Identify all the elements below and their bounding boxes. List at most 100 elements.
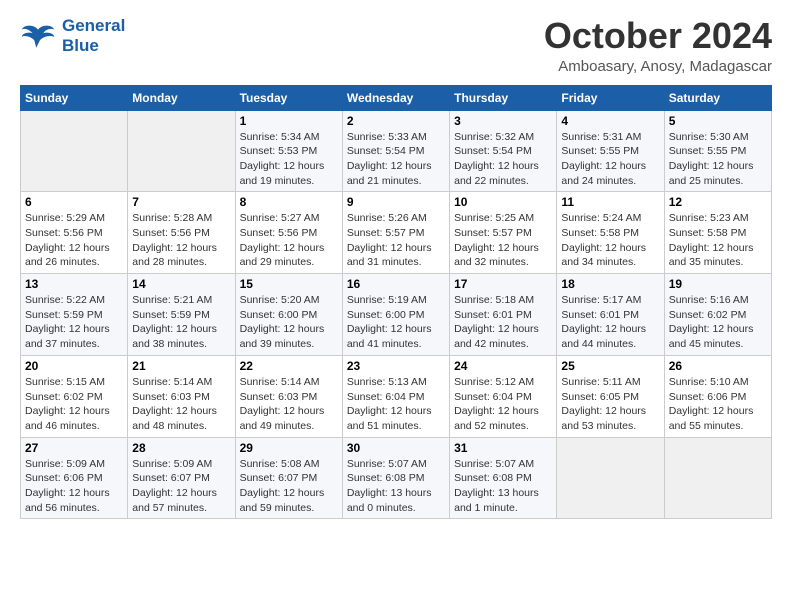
calendar-day-cell: 13 Sunrise: 5:22 AM Sunset: 5:59 PM Dayli…: [21, 274, 128, 356]
day-number: 20: [25, 359, 123, 373]
calendar-day-cell: 14 Sunrise: 5:21 AM Sunset: 5:59 PM Dayli…: [128, 274, 235, 356]
calendar-day-cell: 6 Sunrise: 5:29 AM Sunset: 5:56 PM Daylig…: [21, 192, 128, 274]
day-number: 24: [454, 359, 552, 373]
day-detail: Sunrise: 5:17 AM Sunset: 6:01 PM Dayligh…: [561, 293, 659, 352]
calendar-day-cell: 23Sunrise: 5:13 AM Sunset: 6:04 PM Dayli…: [342, 355, 449, 437]
calendar-week-row: 1Sunrise: 5:34 AM Sunset: 5:53 PM Daylig…: [21, 110, 772, 192]
day-number: 10: [454, 195, 552, 209]
day-detail: Sunrise: 5:13 AM Sunset: 6:04 PM Dayligh…: [347, 375, 445, 434]
day-number: 1: [240, 114, 338, 128]
calendar-day-cell: [21, 110, 128, 192]
calendar-day-cell: 27 Sunrise: 5:09 AM Sunset: 6:06 PM Dayli…: [21, 437, 128, 519]
calendar-day-cell: 30 Sunrise: 5:07 AM Sunset: 6:08 PM Dayli…: [342, 437, 449, 519]
day-detail: Sunrise: 5:20 AM Sunset: 6:00 PM Dayligh…: [240, 293, 338, 352]
day-number: 22: [240, 359, 338, 373]
logo-text: General Blue: [62, 16, 125, 55]
day-number: 14: [132, 277, 230, 291]
day-number: 21: [132, 359, 230, 373]
day-detail: Sunrise: 5:09 AM Sunset: 6:06 PM Dayligh…: [25, 457, 123, 516]
day-detail: Sunrise: 5:24 AM Sunset: 5:58 PM Dayligh…: [561, 211, 659, 270]
calendar-week-row: 20 Sunrise: 5:15 AM Sunset: 6:02 PM Dayli…: [21, 355, 772, 437]
calendar-week-row: 13 Sunrise: 5:22 AM Sunset: 5:59 PM Dayli…: [21, 274, 772, 356]
calendar-day-cell: 2 Sunrise: 5:33 AM Sunset: 5:54 PM Daylig…: [342, 110, 449, 192]
calendar-day-cell: 8 Sunrise: 5:27 AM Sunset: 5:56 PM Daylig…: [235, 192, 342, 274]
day-detail: Sunrise: 5:10 AM Sunset: 6:06 PM Dayligh…: [669, 375, 767, 434]
day-number: 28: [132, 441, 230, 455]
day-number: 29: [240, 441, 338, 455]
calendar-day-cell: 31 Sunrise: 5:07 AM Sunset: 6:08 PM Dayli…: [450, 437, 557, 519]
day-detail: Sunrise: 5:15 AM Sunset: 6:02 PM Dayligh…: [25, 375, 123, 434]
day-number: 31: [454, 441, 552, 455]
location: Amboasary, Anosy, Madagascar: [544, 58, 772, 75]
day-number: 3: [454, 114, 552, 128]
day-number: 13: [25, 277, 123, 291]
day-number: 5: [669, 114, 767, 128]
calendar-day-cell: 5Sunrise: 5:30 AM Sunset: 5:55 PM Daylig…: [664, 110, 771, 192]
day-detail: Sunrise: 5:14 AM Sunset: 6:03 PM Dayligh…: [132, 375, 230, 434]
calendar-day-cell: [557, 437, 664, 519]
calendar-day-cell: 4 Sunrise: 5:31 AM Sunset: 5:55 PM Daylig…: [557, 110, 664, 192]
calendar-week-row: 27 Sunrise: 5:09 AM Sunset: 6:06 PM Dayli…: [21, 437, 772, 519]
day-detail: Sunrise: 5:14 AM Sunset: 6:03 PM Dayligh…: [240, 375, 338, 434]
calendar-day-cell: 21 Sunrise: 5:14 AM Sunset: 6:03 PM Dayli…: [128, 355, 235, 437]
calendar-day-cell: 20 Sunrise: 5:15 AM Sunset: 6:02 PM Dayli…: [21, 355, 128, 437]
day-number: 8: [240, 195, 338, 209]
day-number: 11: [561, 195, 659, 209]
day-number: 19: [669, 277, 767, 291]
day-of-week-header: Saturday: [664, 85, 771, 110]
calendar-day-cell: 7Sunrise: 5:28 AM Sunset: 5:56 PM Daylig…: [128, 192, 235, 274]
month-title: October 2024: [544, 16, 772, 56]
calendar-table: SundayMondayTuesdayWednesdayThursdayFrid…: [20, 85, 772, 520]
calendar-day-cell: 22 Sunrise: 5:14 AM Sunset: 6:03 PM Dayli…: [235, 355, 342, 437]
day-detail: Sunrise: 5:27 AM Sunset: 5:56 PM Dayligh…: [240, 211, 338, 270]
day-detail: Sunrise: 5:23 AM Sunset: 5:58 PM Dayligh…: [669, 211, 767, 270]
logo: General Blue: [20, 16, 125, 55]
calendar-day-cell: 3 Sunrise: 5:32 AM Sunset: 5:54 PM Daylig…: [450, 110, 557, 192]
calendar-day-cell: [128, 110, 235, 192]
calendar-day-cell: 10 Sunrise: 5:25 AM Sunset: 5:57 PM Dayli…: [450, 192, 557, 274]
calendar-day-cell: 15 Sunrise: 5:20 AM Sunset: 6:00 PM Dayli…: [235, 274, 342, 356]
day-number: 2: [347, 114, 445, 128]
day-detail: Sunrise: 5:22 AM Sunset: 5:59 PM Dayligh…: [25, 293, 123, 352]
logo-line1: General: [62, 16, 125, 35]
calendar-day-cell: [664, 437, 771, 519]
day-number: 27: [25, 441, 123, 455]
day-detail: Sunrise: 5:07 AM Sunset: 6:08 PM Dayligh…: [347, 457, 445, 516]
day-detail: Sunrise: 5:12 AM Sunset: 6:04 PM Dayligh…: [454, 375, 552, 434]
day-detail: Sunrise: 5:28 AM Sunset: 5:56 PM Dayligh…: [132, 211, 230, 270]
day-detail: Sunrise: 5:16 AM Sunset: 6:02 PM Dayligh…: [669, 293, 767, 352]
day-detail: Sunrise: 5:25 AM Sunset: 5:57 PM Dayligh…: [454, 211, 552, 270]
day-number: 26: [669, 359, 767, 373]
day-of-week-header: Tuesday: [235, 85, 342, 110]
day-number: 4: [561, 114, 659, 128]
day-detail: Sunrise: 5:29 AM Sunset: 5:56 PM Dayligh…: [25, 211, 123, 270]
day-number: 9: [347, 195, 445, 209]
day-number: 12: [669, 195, 767, 209]
calendar-day-cell: 9 Sunrise: 5:26 AM Sunset: 5:57 PM Daylig…: [342, 192, 449, 274]
calendar-day-cell: 11 Sunrise: 5:24 AM Sunset: 5:58 PM Dayli…: [557, 192, 664, 274]
day-detail: Sunrise: 5:09 AM Sunset: 6:07 PM Dayligh…: [132, 457, 230, 516]
day-detail: Sunrise: 5:07 AM Sunset: 6:08 PM Dayligh…: [454, 457, 552, 516]
page-header: General Blue October 2024 Amboasary, Ano…: [20, 16, 772, 75]
day-number: 30: [347, 441, 445, 455]
calendar-day-cell: 1Sunrise: 5:34 AM Sunset: 5:53 PM Daylig…: [235, 110, 342, 192]
day-detail: Sunrise: 5:32 AM Sunset: 5:54 PM Dayligh…: [454, 130, 552, 189]
calendar-week-row: 6 Sunrise: 5:29 AM Sunset: 5:56 PM Daylig…: [21, 192, 772, 274]
calendar-day-cell: 18 Sunrise: 5:17 AM Sunset: 6:01 PM Dayli…: [557, 274, 664, 356]
day-number: 6: [25, 195, 123, 209]
calendar-day-cell: 16Sunrise: 5:19 AM Sunset: 6:00 PM Dayli…: [342, 274, 449, 356]
day-of-week-header: Friday: [557, 85, 664, 110]
day-number: 16: [347, 277, 445, 291]
day-of-week-header: Monday: [128, 85, 235, 110]
day-of-week-header: Wednesday: [342, 85, 449, 110]
calendar-day-cell: 19 Sunrise: 5:16 AM Sunset: 6:02 PM Dayli…: [664, 274, 771, 356]
day-detail: Sunrise: 5:08 AM Sunset: 6:07 PM Dayligh…: [240, 457, 338, 516]
day-detail: Sunrise: 5:33 AM Sunset: 5:54 PM Dayligh…: [347, 130, 445, 189]
day-number: 15: [240, 277, 338, 291]
day-number: 18: [561, 277, 659, 291]
day-detail: Sunrise: 5:26 AM Sunset: 5:57 PM Dayligh…: [347, 211, 445, 270]
day-detail: Sunrise: 5:21 AM Sunset: 5:59 PM Dayligh…: [132, 293, 230, 352]
calendar-day-cell: 28 Sunrise: 5:09 AM Sunset: 6:07 PM Dayli…: [128, 437, 235, 519]
day-detail: Sunrise: 5:31 AM Sunset: 5:55 PM Dayligh…: [561, 130, 659, 189]
calendar-day-cell: 29 Sunrise: 5:08 AM Sunset: 6:07 PM Dayli…: [235, 437, 342, 519]
